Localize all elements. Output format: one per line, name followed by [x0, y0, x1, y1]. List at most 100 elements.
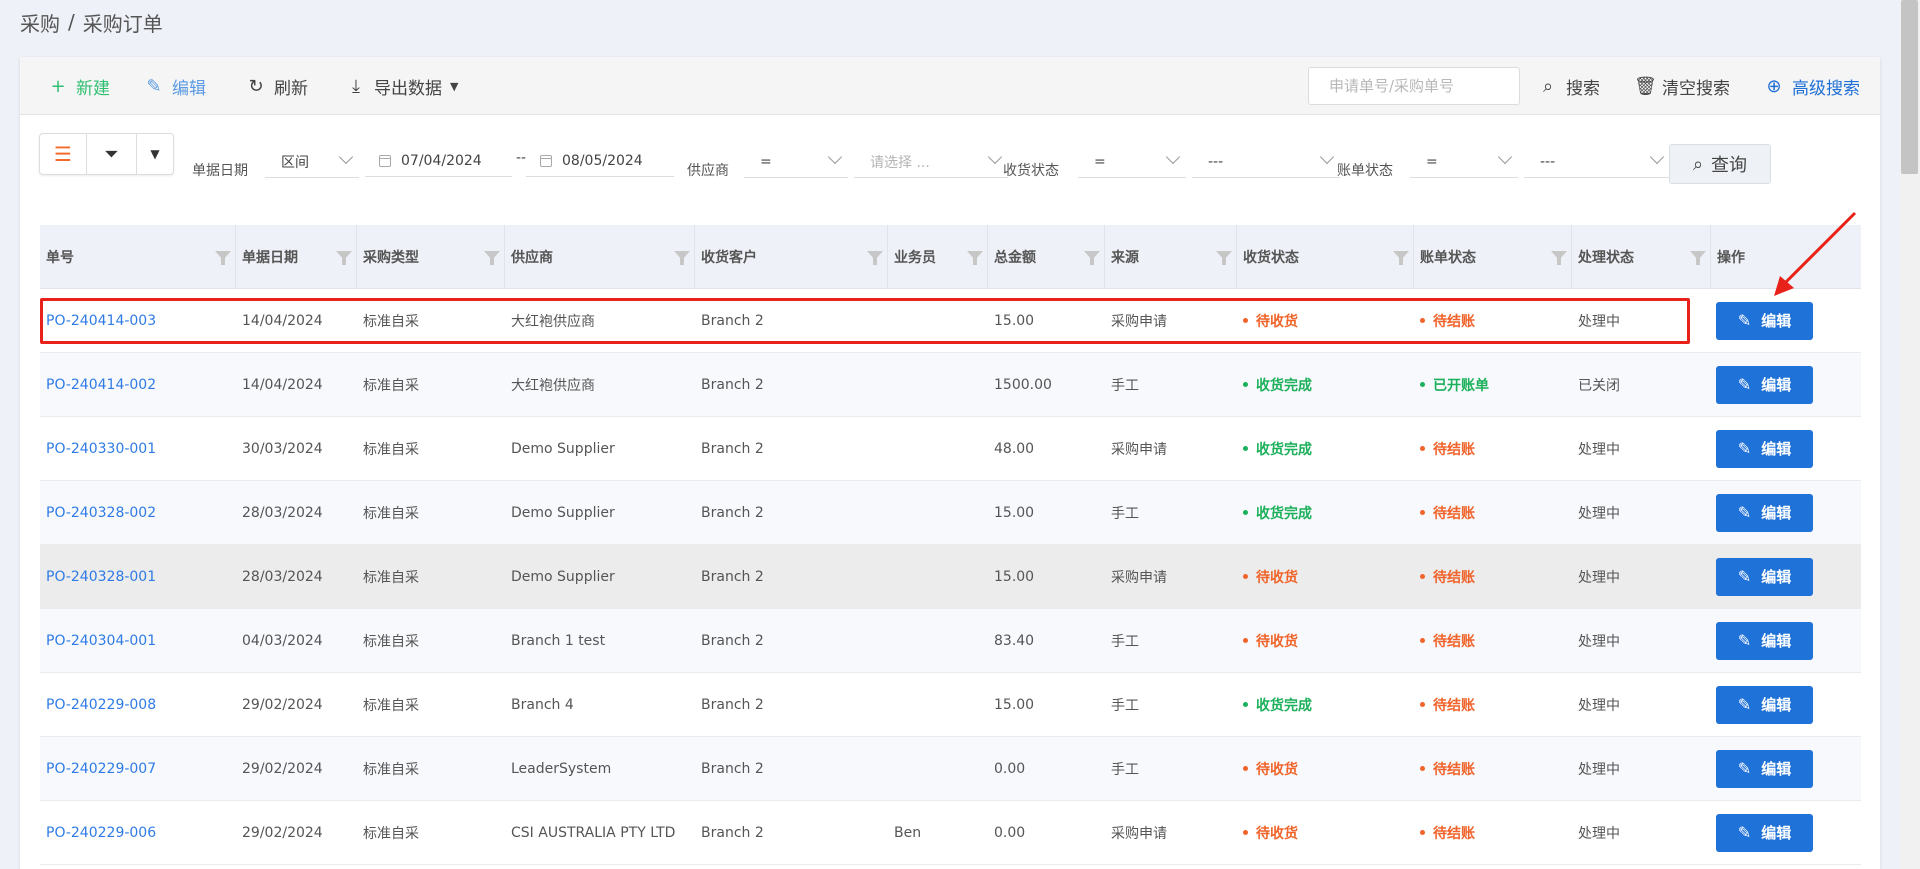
column-filter-icon[interactable] [1690, 251, 1706, 265]
receive-operator-value: = [1094, 153, 1106, 170]
sales-cell [888, 737, 988, 801]
column-filter-icon[interactable] [1084, 251, 1100, 265]
receive-status-cell: 收货完成 [1237, 673, 1414, 737]
table-row[interactable]: PO-240330-001 30/03/2024 标准自采 Demo Supplier… [40, 417, 1861, 481]
table-row[interactable]: PO-240229-007 29/02/2024 标准自采 LeaderSystem B… [40, 737, 1861, 801]
col-process-status-header[interactable]: 处理状态 [1572, 225, 1711, 289]
receive-status-select[interactable]: --- [1192, 146, 1340, 178]
filter-icon[interactable]: ⏷ [87, 134, 137, 174]
row-edit-button[interactable]: ✎ 编辑 [1716, 429, 1813, 468]
col-date-header[interactable]: 单据日期 [236, 225, 357, 289]
order-number-link[interactable]: PO-240414-002 [40, 353, 236, 417]
row-edit-button[interactable]: ✎ 编辑 [1716, 685, 1813, 724]
order-number-link[interactable]: PO-240229-007 [40, 737, 236, 801]
search-button[interactable]: ⌕ 搜索 [1538, 73, 1600, 99]
col-customer-header[interactable]: 收货客户 [695, 225, 888, 289]
list-view-icon[interactable]: ☰ [40, 134, 87, 174]
chevron-down-icon [1319, 149, 1335, 165]
supplier-select[interactable]: 请选择 ... [854, 146, 1008, 178]
receive-status-cell: 收货完成 [1237, 353, 1414, 417]
column-filter-icon[interactable] [484, 251, 500, 265]
trash-icon: 🗑 [1634, 75, 1657, 97]
order-number-link[interactable]: PO-240328-001 [40, 545, 236, 609]
row-edit-button[interactable]: ✎ 编辑 [1716, 493, 1813, 532]
order-number-link[interactable]: PO-240304-001 [40, 609, 236, 673]
table-row[interactable]: PO-240414-002 14/04/2024 标准自采 大红袍供应商 Branch … [40, 353, 1861, 417]
table-row[interactable]: PO-240414-003 14/04/2024 标准自采 大红袍供应商 Branch … [40, 289, 1861, 353]
column-filter-icon[interactable] [967, 251, 983, 265]
order-number-link[interactable]: PO-240330-001 [40, 417, 236, 481]
amount-cell: 83.40 [994, 632, 1035, 649]
column-filter-icon[interactable] [674, 251, 690, 265]
plus-icon: + [50, 75, 66, 97]
row-edit-button[interactable]: ✎ 编辑 [1716, 621, 1813, 660]
bill-status-cell: 待结账 [1414, 417, 1572, 481]
table-row[interactable]: PO-240328-002 28/03/2024 标准自采 Demo Supplier… [40, 481, 1861, 545]
status-badge: 待收货 [1243, 823, 1298, 843]
purchase-order-table: 单号 单据日期 采购类型 供应商 收货客户 业务员 总金额 来源 收货状态 账单状态 处理状态 操作 … [40, 225, 1861, 865]
clear-search-button[interactable]: 🗑 清空搜索 [1634, 73, 1730, 99]
query-button[interactable]: ⌕ 查询 [1669, 144, 1771, 184]
col-type-header[interactable]: 采购类型 [357, 225, 505, 289]
table-row[interactable]: PO-240304-001 04/03/2024 标准自采 Branch 1 test… [40, 609, 1861, 673]
column-filter-icon[interactable] [336, 251, 352, 265]
refresh-button[interactable]: ↻ 刷新 [246, 73, 308, 99]
column-filter-icon[interactable] [1216, 251, 1232, 265]
column-filter-icon[interactable] [215, 251, 231, 265]
source-cell: 采购申请 [1111, 825, 1167, 842]
receive-operator-select[interactable]: = [1078, 146, 1186, 178]
row-edit-button[interactable]: ✎ 编辑 [1716, 749, 1813, 788]
bill-status-select[interactable]: --- [1524, 146, 1670, 178]
receive-status-cell: 待收货 [1237, 801, 1414, 865]
supplier-cell: Demo Supplier [511, 504, 615, 521]
order-number-link[interactable]: PO-240229-008 [40, 673, 236, 737]
edit-toolbar-button[interactable]: ✎ 编辑 [144, 73, 206, 99]
source-cell: 手工 [1111, 761, 1139, 778]
order-number-link[interactable]: PO-240328-002 [40, 481, 236, 545]
date-mode-select[interactable]: 区间 [265, 146, 359, 178]
bill-operator-select[interactable]: = [1410, 146, 1518, 178]
col-bill-status-header[interactable]: 账单状态 [1414, 225, 1572, 289]
scrollbar-thumb[interactable] [1901, 0, 1918, 174]
search-input[interactable] [1308, 67, 1520, 105]
customer-cell: Branch 2 [701, 312, 764, 329]
export-button[interactable]: ⤓ 导出数据 ▼ [346, 73, 458, 99]
date-filter-label: 单据日期 [192, 163, 248, 179]
new-button[interactable]: + 新建 [48, 73, 110, 99]
breadcrumb-root[interactable]: 采购 [20, 8, 60, 37]
table-row[interactable]: PO-240229-006 29/02/2024 标准自采 CSI AUSTRALIA… [40, 801, 1861, 865]
date-to-field[interactable]: 08/05/2024 [526, 145, 674, 177]
row-edit-button[interactable]: ✎ 编辑 [1716, 557, 1813, 596]
status-badge: 收货完成 [1243, 439, 1312, 459]
type-cell: 标准自采 [363, 569, 419, 586]
col-amount-header[interactable]: 总金额 [988, 225, 1105, 289]
supplier-operator-select[interactable]: = [744, 146, 848, 178]
advanced-search-button[interactable]: ⊕ 高级搜索 [1764, 73, 1860, 99]
col-actions-header[interactable]: 操作 [1711, 225, 1861, 289]
col-sales-header[interactable]: 业务员 [888, 225, 988, 289]
process-status-cell: 处理中 [1578, 633, 1620, 650]
column-filter-icon[interactable] [1393, 251, 1409, 265]
bill-operator-value: = [1426, 153, 1438, 170]
table-row[interactable]: PO-240229-008 29/02/2024 标准自采 Branch 4 Branc… [40, 673, 1861, 737]
table-header: 单号 单据日期 采购类型 供应商 收货客户 业务员 总金额 来源 收货状态 账单状态 处理状态 操作 [40, 225, 1861, 289]
column-filter-icon[interactable] [1551, 251, 1567, 265]
col-order-no-header[interactable]: 单号 [40, 225, 236, 289]
caret-down-icon[interactable]: ▼ [137, 134, 173, 174]
col-source-header[interactable]: 来源 [1105, 225, 1237, 289]
row-edit-button[interactable]: ✎ 编辑 [1716, 301, 1813, 340]
order-number-link[interactable]: PO-240414-003 [40, 289, 236, 353]
table-row[interactable]: PO-240328-001 28/03/2024 标准自采 Demo Supplier… [40, 545, 1861, 609]
export-label: 导出数据 [374, 78, 442, 99]
amount-cell: 15.00 [994, 696, 1035, 713]
date-from-field[interactable]: 07/04/2024 [365, 145, 512, 177]
column-filter-icon[interactable] [867, 251, 883, 265]
col-supplier-header[interactable]: 供应商 [505, 225, 695, 289]
row-edit-button[interactable]: ✎ 编辑 [1716, 365, 1813, 404]
column-header-label: 采购类型 [363, 250, 419, 266]
row-edit-button[interactable]: ✎ 编辑 [1716, 813, 1813, 852]
sales-cell [888, 545, 988, 609]
status-badge: 待收货 [1243, 759, 1298, 779]
col-receive-status-header[interactable]: 收货状态 [1237, 225, 1414, 289]
order-number-link[interactable]: PO-240229-006 [40, 801, 236, 865]
